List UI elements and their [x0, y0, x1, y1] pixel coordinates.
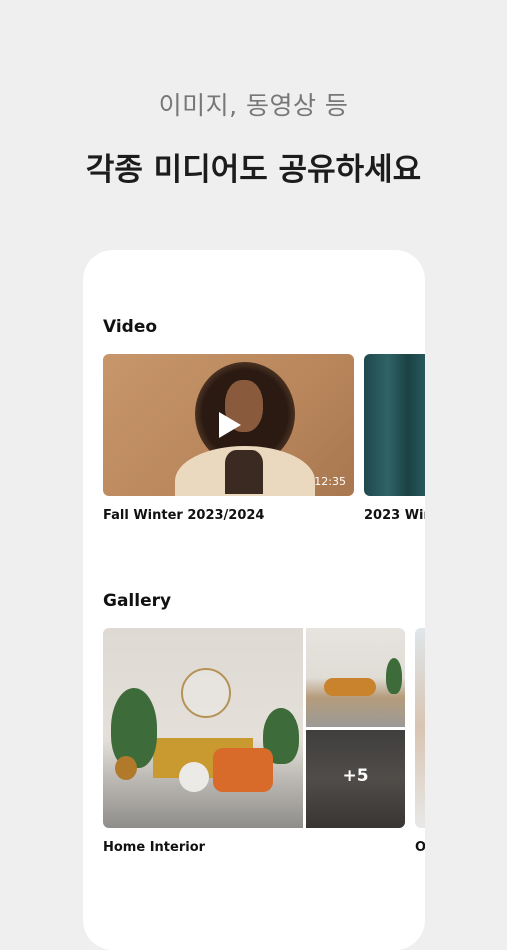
more-images-count: +5	[342, 766, 369, 786]
pot-graphic	[115, 756, 137, 780]
marketing-title: 각종 미디어도 공유하세요	[85, 152, 422, 188]
video-caption-next[interactable]: 2023 Win	[364, 508, 425, 523]
pouf-graphic	[179, 762, 209, 792]
gallery-caption-next[interactable]: O	[415, 840, 425, 855]
video-caption[interactable]: Fall Winter 2023/2024	[103, 508, 264, 523]
plant-graphic-small	[386, 658, 402, 694]
gallery-main-image[interactable]	[103, 628, 303, 828]
plant-graphic	[111, 688, 157, 768]
video-duration: 12:35	[314, 475, 346, 488]
video-thumbnail[interactable]: 12:35	[103, 354, 354, 496]
top-graphic	[225, 450, 263, 494]
armchair-graphic	[213, 748, 273, 792]
gallery-section-title: Gallery	[103, 591, 172, 611]
gallery-image-3[interactable]: +5	[306, 730, 405, 828]
gallery-caption[interactable]: Home Interior	[103, 840, 205, 855]
sofa-graphic	[324, 678, 376, 696]
mirror-graphic	[181, 668, 231, 718]
play-icon[interactable]	[219, 412, 241, 438]
gallery-thumbnail-next[interactable]	[415, 628, 425, 828]
phone-frame: Video 12:35 Fall Winter 2023/2024 2023 W…	[83, 250, 425, 950]
video-section-title: Video	[103, 317, 158, 337]
gallery-image-2[interactable]	[306, 628, 405, 727]
marketing-subtitle: 이미지, 동영상 등	[158, 91, 349, 120]
video-thumbnail-next[interactable]	[364, 354, 425, 496]
